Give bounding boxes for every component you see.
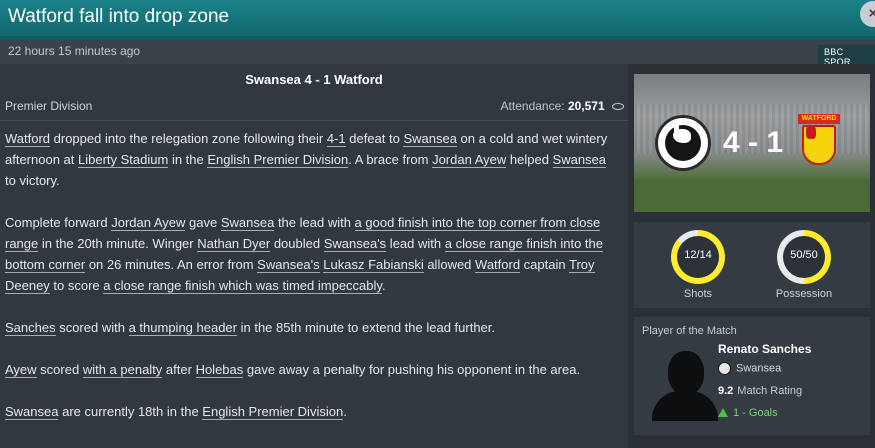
rating-value: 9.2 [718, 385, 734, 397]
shots-label: Shots [683, 288, 713, 300]
article-link[interactable]: with a penalty [82, 362, 163, 378]
article-text: . A brace from [348, 152, 433, 167]
article-link[interactable]: a close range finish which was timed imp… [103, 278, 382, 294]
article-link[interactable]: Swansea [403, 131, 457, 147]
article-link[interactable]: a thumping header [128, 320, 237, 336]
possession-value: 50/50 [790, 249, 818, 261]
article-text: scored with [55, 320, 129, 335]
news-title: Watford fall into drop zone [8, 6, 230, 27]
article-link[interactable]: Swansea's [323, 236, 387, 252]
news-meta-bar: 22 hours 15 minutes ago BBC SPOR [0, 40, 875, 69]
close-icon[interactable]: × [860, 1, 875, 27]
shots-ring: 12/14 [671, 230, 725, 284]
article-text: after [162, 362, 196, 377]
article-text: the lead with [274, 215, 355, 230]
article-text: defeat to [345, 131, 404, 146]
player-name[interactable]: Renato Sanches [718, 342, 811, 356]
possession-label: Possession [775, 288, 833, 300]
player-of-match-card[interactable]: Player of the Match Renato Sanches Swans… [634, 317, 870, 435]
article-text: . [381, 278, 386, 293]
article-link[interactable]: Sanches [5, 320, 56, 336]
attendance-label: Attendance: [500, 99, 565, 113]
article-text: captain [520, 257, 569, 272]
timestamp: 22 hours 15 minutes ago [8, 44, 141, 58]
article-link[interactable]: Watford [475, 257, 521, 273]
article-text: to victory. [5, 173, 60, 188]
goals-text: 1 - Goals [733, 407, 778, 419]
article-link[interactable]: Lukasz Fabianski [323, 257, 424, 273]
stag-icon [806, 125, 816, 139]
player-silhouette-icon [650, 345, 720, 421]
match-stats: 12/14 Shots 50/50 Possession [634, 222, 870, 308]
article-body: Watford dropped into the relegation zone… [5, 128, 617, 443]
potm-header: Player of the Match [642, 325, 737, 337]
article-link[interactable]: Swansea [552, 152, 607, 168]
eye-icon [612, 103, 624, 111]
article-text: allowed [423, 257, 476, 272]
article-text: scored [36, 362, 83, 377]
match-rating: 9.2 Match Rating [718, 385, 802, 397]
article-text: Complete forward [5, 215, 112, 230]
article-link[interactable]: Jordan Ayew [111, 215, 186, 231]
competition-label[interactable]: Premier Division [5, 99, 92, 113]
swansea-badge-icon[interactable] [655, 115, 711, 171]
article-text: gave away a penalty for pushing his oppo… [243, 362, 581, 377]
article-text: in the 20th minute. Winger [38, 236, 198, 251]
article-text: are currently 18th in the [58, 404, 203, 419]
article-link[interactable]: Watford [5, 131, 51, 147]
article-link[interactable]: Liberty Stadium [78, 152, 169, 168]
score-banner: 4 - 1 WATFORD [634, 74, 870, 212]
attendance: Attendance: 20,571 [501, 99, 624, 113]
article-paragraph: Swansea are currently 18th in the Englis… [5, 401, 617, 422]
article-text: . [343, 404, 347, 419]
article-text: on 26 minutes. An error from [85, 257, 258, 272]
article-text: in the [168, 152, 208, 167]
club-badge-icon [718, 362, 731, 375]
article-link[interactable]: 4-1 [326, 131, 346, 147]
article-link[interactable]: Holebas [195, 362, 244, 378]
article-paragraph: Watford dropped into the relegation zone… [5, 128, 617, 191]
article-paragraph: Sanches scored with a thumping header in… [5, 317, 617, 338]
article-link[interactable]: Jordan Ayew [432, 152, 507, 168]
rating-label: Match Rating [737, 385, 803, 397]
article-panel: Swansea 4 - 1 Watford Premier Division A… [0, 64, 628, 448]
article-text: in the 85th minute to extend the lead fu… [237, 320, 496, 335]
article-text: lead with [386, 236, 445, 251]
article-link[interactable]: English Premier Division [202, 404, 344, 420]
article-text: dropped into the relegation zone followi… [50, 131, 327, 146]
divider [0, 120, 628, 121]
possession-ring: 50/50 [777, 230, 831, 284]
article-link[interactable]: Swansea [220, 215, 275, 231]
article-link[interactable]: Nathan Dyer [197, 236, 271, 252]
article-text: gave [185, 215, 221, 230]
title-bar: Watford fall into drop zone × [0, 0, 875, 36]
shots-value: 12/14 [684, 249, 712, 261]
pitch [634, 179, 870, 212]
article-link[interactable]: Ayew [5, 362, 37, 378]
article-link[interactable]: Swansea [5, 404, 59, 420]
article-text: helped [506, 152, 553, 167]
article-paragraph: Ayew scored with a penalty after Holebas… [5, 359, 617, 380]
player-goals: 1 - Goals [718, 407, 778, 419]
player-club[interactable]: Swansea [718, 362, 781, 375]
watford-badge-text: WATFORD [798, 114, 840, 124]
article-paragraph: Complete forward Jordan Ayew gave Swanse… [5, 212, 617, 296]
article-text: doubled [270, 236, 324, 251]
player-club-name: Swansea [736, 362, 782, 375]
article-text: to score [49, 278, 104, 293]
attendance-value: 20,571 [567, 99, 605, 113]
article-link[interactable]: Swansea's [257, 257, 320, 273]
watford-badge-icon[interactable]: WATFORD [796, 114, 842, 172]
article-link[interactable]: English Premier Division [207, 152, 349, 168]
arrow-up-icon [718, 408, 728, 417]
match-headline: Swansea 4 - 1 Watford [245, 72, 383, 87]
banner-score: 4 - 1 [722, 126, 784, 159]
